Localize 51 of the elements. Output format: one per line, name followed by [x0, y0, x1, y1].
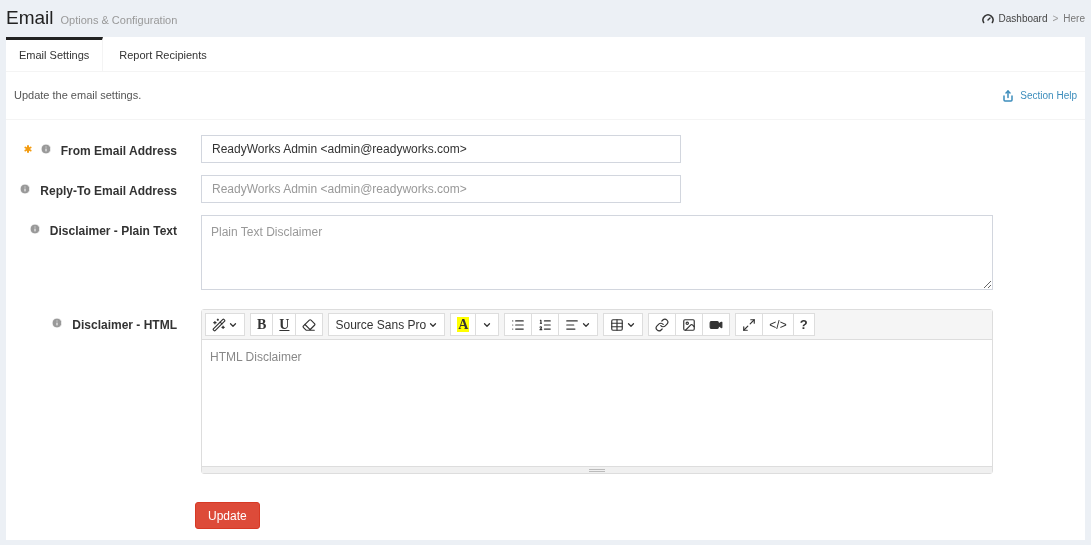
table-button[interactable]	[603, 313, 644, 336]
paragraph-button[interactable]	[558, 313, 599, 336]
fullscreen-button[interactable]	[735, 313, 764, 336]
link-icon	[655, 317, 670, 332]
table-icon	[610, 317, 625, 332]
tab[interactable]: Email Settings	[6, 37, 104, 71]
resize-handle[interactable]	[202, 466, 992, 473]
info-icon	[39, 143, 52, 155]
tab[interactable]: Report Recipients	[103, 37, 223, 71]
font-family-dropdown[interactable]: Source Sans Pro	[328, 313, 446, 336]
field-label: From Email Address	[60, 143, 177, 160]
clear-format-button[interactable]	[295, 313, 324, 336]
color-dropdown-button[interactable]	[475, 313, 500, 336]
code-view-button[interactable]: </>	[762, 313, 794, 336]
update-button[interactable]: Update	[195, 502, 260, 529]
image-icon	[682, 317, 697, 332]
image-button[interactable]	[675, 313, 704, 336]
editor-area[interactable]: HTML Disclaimer	[202, 340, 992, 466]
page-title: Email	[6, 6, 54, 31]
field-label: Disclaimer - Plain Text	[49, 223, 177, 240]
breadcrumb-separator: >	[1052, 12, 1059, 26]
bold-button[interactable]: B	[250, 313, 274, 336]
numbered-list-button[interactable]	[531, 313, 560, 336]
breadcrumb-current: Here	[1063, 12, 1085, 26]
dashboard-icon	[981, 12, 994, 25]
bullet-list-icon	[511, 317, 526, 332]
link-button[interactable]	[648, 313, 677, 336]
style-button[interactable]	[205, 313, 245, 336]
section-help-link[interactable]: Section Help	[1002, 88, 1077, 103]
bullet-list-button[interactable]	[504, 313, 533, 336]
align-icon	[565, 317, 580, 332]
text-color-button[interactable]: A	[450, 313, 477, 336]
email-field[interactable]: ReadyWorks Admin <admin@readyworks.com>	[201, 175, 681, 203]
email-field[interactable]: ReadyWorks Admin <admin@readyworks.com>	[201, 135, 681, 163]
magic-wand-icon	[212, 317, 226, 332]
intro-text: Update the email settings.	[14, 88, 142, 104]
share-icon	[1002, 89, 1015, 102]
help-button[interactable]: ?	[792, 313, 815, 336]
field-label: Reply-To Email Address	[40, 183, 177, 200]
video-button[interactable]	[702, 313, 731, 336]
field-label: Disclaimer - HTML	[72, 317, 177, 334]
eraser-icon	[302, 317, 317, 332]
numbered-list-icon	[538, 317, 553, 332]
disclaimer-textarea[interactable]: Plain Text Disclaimer	[201, 215, 993, 290]
fullscreen-icon	[742, 317, 757, 332]
underline-button[interactable]: U	[272, 313, 297, 336]
page-subtitle: Options & Configuration	[60, 13, 178, 29]
info-icon	[19, 183, 32, 195]
info-icon	[28, 223, 41, 235]
breadcrumb-link[interactable]: Dashboard	[998, 11, 1048, 26]
info-icon	[51, 317, 64, 329]
